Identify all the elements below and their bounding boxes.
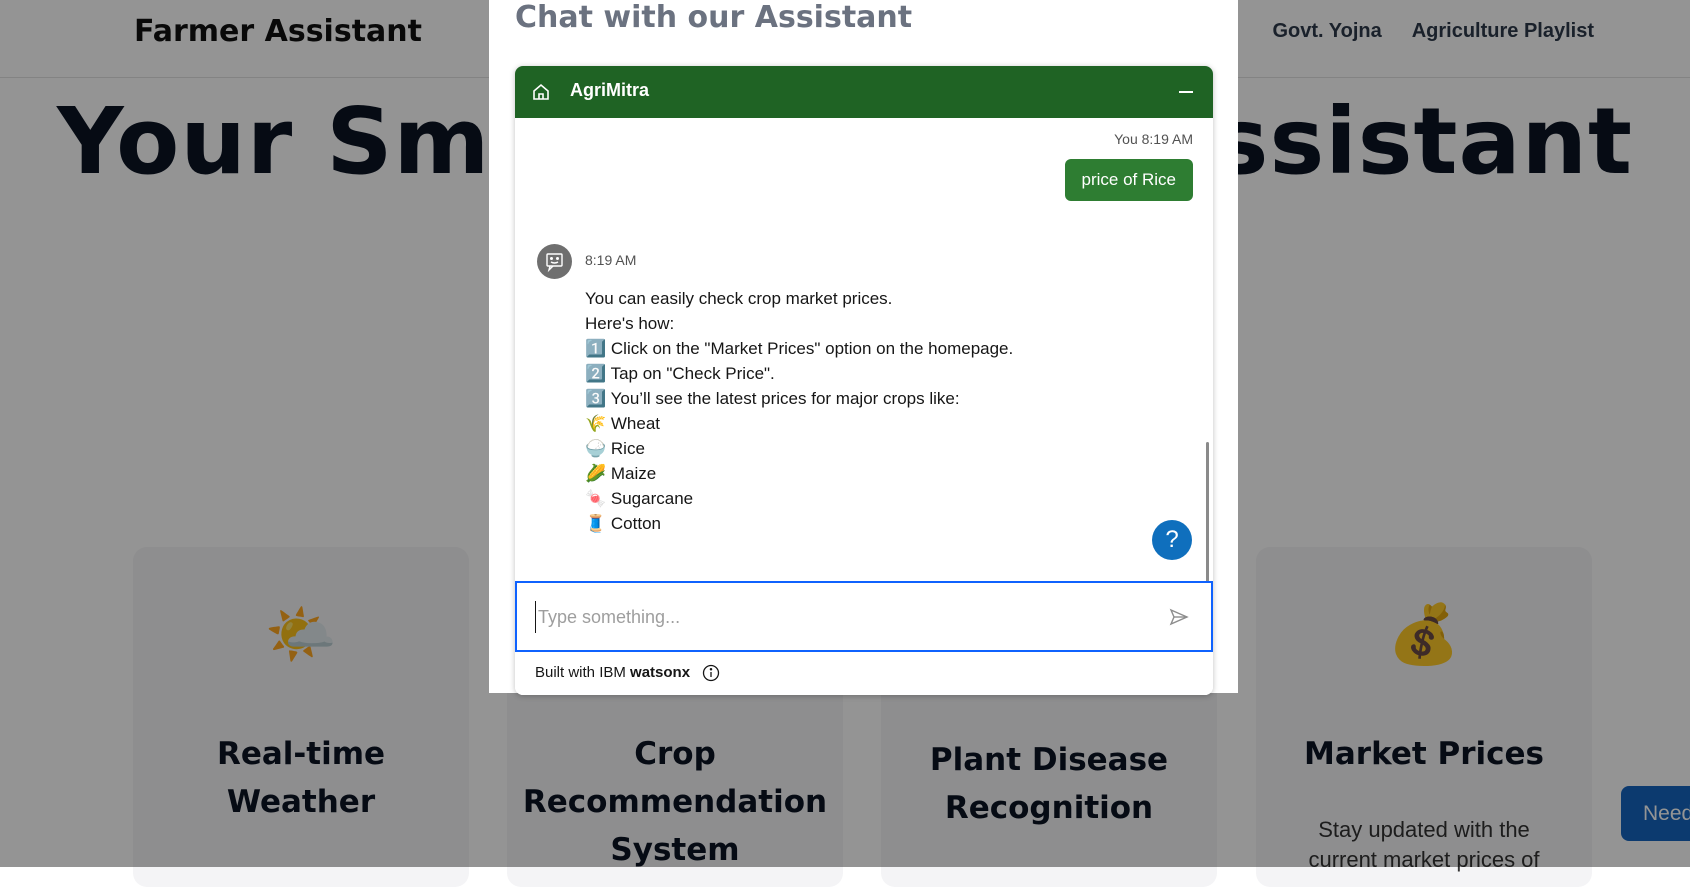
bot-avatar-icon: [537, 244, 572, 279]
chat-assistant-name: AgriMitra: [570, 80, 650, 100]
info-icon[interactable]: [702, 664, 720, 682]
modal-title: Chat with our Assistant: [515, 0, 913, 35]
home-icon[interactable]: [531, 82, 551, 102]
bot-line: Here's how:: [585, 314, 675, 333]
chat-header: AgriMitra: [515, 66, 1213, 118]
user-message-bubble: price of Rice: [1064, 159, 1193, 201]
footer-brand: watsonx: [630, 664, 691, 681]
bot-message-text: You can easily check crop market prices.…: [585, 286, 1013, 536]
user-message-meta: You 8:19 AM: [1114, 131, 1193, 147]
help-button[interactable]: ?: [1152, 520, 1192, 560]
message-input[interactable]: [535, 601, 1140, 633]
bot-message-time: 8:19 AM: [585, 252, 637, 268]
bot-line: 🧵 Cotton: [585, 514, 661, 533]
chat-footer: Built with IBM watsonx: [515, 652, 1213, 695]
bot-line: 1️⃣ Click on the "Market Prices" option …: [585, 339, 1014, 358]
message-input-container: [515, 581, 1213, 652]
bot-line: 🌽 Maize: [585, 464, 657, 483]
bot-line: 2️⃣ Tap on "Check Price".: [585, 364, 775, 383]
minimize-button[interactable]: [1173, 79, 1199, 105]
bot-line: 3️⃣ You’ll see the latest prices for maj…: [585, 389, 960, 408]
bot-line: 🍬 Sugarcane: [585, 489, 694, 508]
footer-built-with: Built with IBM watsonx: [535, 664, 691, 681]
chat-widget: AgriMitra You 8:19 AM price of Rice 8:19…: [515, 66, 1213, 695]
bot-line: 🍚 Rice: [585, 439, 645, 458]
message-list[interactable]: You 8:19 AM price of Rice 8:19 AM You ca…: [515, 118, 1213, 628]
bot-line: You can easily check crop market prices.: [585, 289, 893, 308]
send-icon[interactable]: [1169, 607, 1189, 627]
bot-line: 🌾 Wheat: [585, 414, 661, 433]
